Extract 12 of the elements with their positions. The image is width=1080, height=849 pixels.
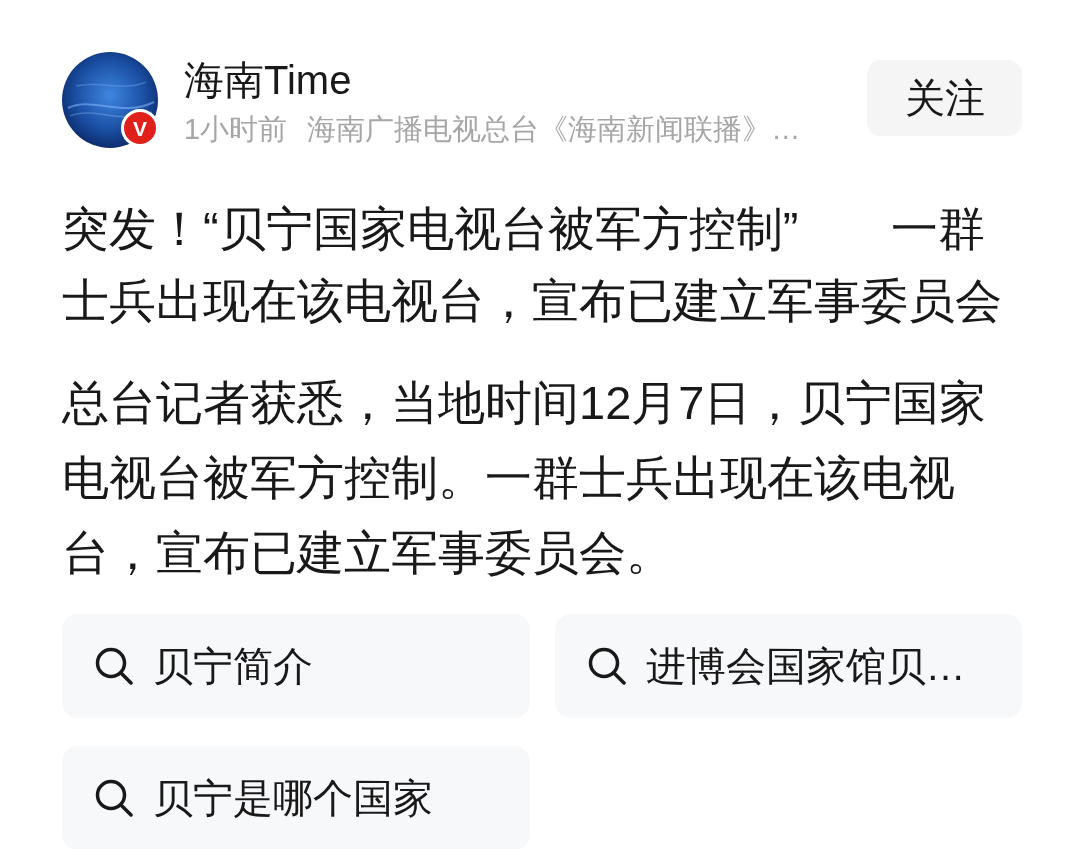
post-time: 1小时前 bbox=[184, 112, 288, 147]
search-icon bbox=[587, 647, 626, 685]
search-icon bbox=[95, 647, 133, 685]
article-text: 总台记者获悉，当地时间12月7日，贝宁国家电视台被军方控制。一群士兵出现在该电视台，宣布已建立军事委员会。 bbox=[62, 375, 988, 581]
headline: 突发！“贝宁国家电视台被军方控制” 一群士兵出现在该电视台，宣布已建立军事委员会 bbox=[62, 201, 1003, 329]
search-suggestion[interactable]: 贝宁简介 bbox=[62, 614, 530, 718]
post-source: 海南广播电视总台《海南新闻联播》… bbox=[307, 112, 801, 147]
author-name: 海南Time bbox=[184, 57, 353, 104]
search-suggestion[interactable]: 贝宁是哪个国家 bbox=[62, 746, 530, 849]
search-suggestion[interactable]: 进博会国家馆贝… bbox=[554, 614, 1022, 718]
search-icon bbox=[95, 779, 133, 817]
follow-button[interactable]: 关注 bbox=[867, 60, 1022, 136]
